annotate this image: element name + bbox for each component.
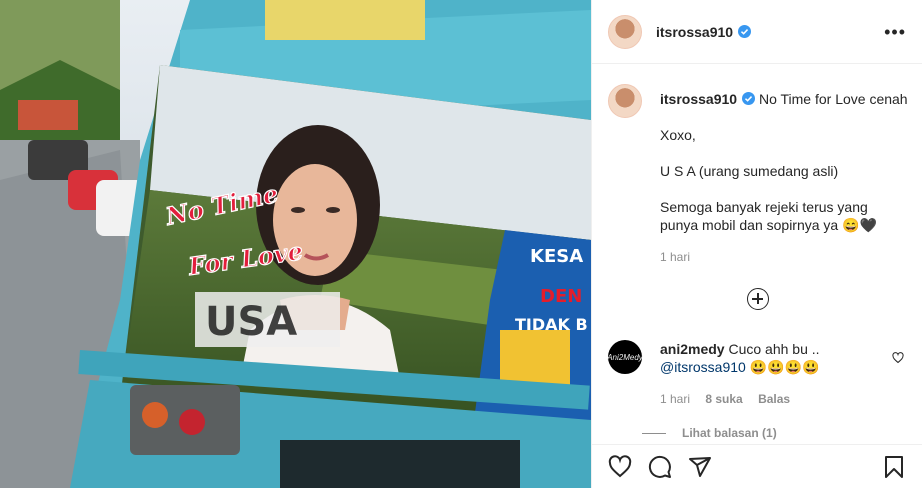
- post-side-panel: itsrossa910 ••• itsrossa910 No Time for …: [591, 0, 922, 488]
- post-header: itsrossa910 •••: [592, 0, 922, 64]
- comment-username[interactable]: ani2medy: [660, 341, 725, 357]
- caption-username[interactable]: itsrossa910: [660, 91, 737, 107]
- caption-line-1: Xoxo,: [660, 127, 696, 143]
- truck-text-1: KESA: [530, 246, 583, 267]
- comment-text: Cuco ahh bu ..: [728, 341, 820, 357]
- author-avatar[interactable]: [608, 14, 642, 49]
- comment-mention[interactable]: @itsrossa910: [660, 359, 746, 375]
- comment-icon[interactable]: [648, 455, 672, 479]
- bookmark-icon[interactable]: [882, 455, 906, 479]
- truck-photo-illustration: No Time For Love USA KESA DEN TIDAK B: [0, 0, 591, 488]
- caption: itsrossa910 No Time for Love cenah Xoxo,…: [608, 84, 908, 266]
- svg-text:USA: USA: [205, 299, 297, 345]
- post-actions: [592, 444, 922, 488]
- truck-text-2: DEN: [540, 286, 582, 307]
- verified-badge-icon: [742, 92, 756, 105]
- view-replies-label: Lihat balasan (1): [682, 426, 777, 440]
- instagram-post-view: No Time For Love USA KESA DEN TIDAK B it…: [0, 0, 922, 488]
- more-options-icon[interactable]: •••: [884, 22, 906, 43]
- comment-item: Ani2Medy ani2medy Cuco ahh bu .. @itsros…: [607, 340, 908, 408]
- caption-avatar[interactable]: [608, 84, 642, 118]
- comment-avatar[interactable]: Ani2Medy: [607, 340, 643, 374]
- caption-line-2: U S A (urang sumedang asli): [660, 163, 839, 179]
- comment-time[interactable]: 1 hari: [660, 392, 690, 406]
- comment-emojis: 😃😃😃😃: [749, 359, 820, 375]
- caption-line-3: Semoga banyak rejeki terus yang punya mo…: [660, 199, 877, 233]
- comment-likes[interactable]: 8 suka: [705, 392, 742, 406]
- author-username[interactable]: itsrossa910: [656, 24, 733, 40]
- share-icon[interactable]: [688, 455, 712, 479]
- verified-badge-icon: [738, 25, 752, 38]
- heart-icon[interactable]: [892, 352, 904, 364]
- comment-meta: 1 hari 8 suka Balas: [660, 390, 820, 408]
- post-photo[interactable]: No Time For Love USA KESA DEN TIDAK B: [0, 0, 591, 488]
- view-replies[interactable]: Lihat balasan (1): [642, 426, 777, 440]
- caption-first-line: No Time for Love cenah: [758, 91, 908, 107]
- truck-text-3: TIDAK B: [515, 315, 588, 334]
- reply-button[interactable]: Balas: [758, 392, 790, 406]
- caption-time[interactable]: 1 hari: [660, 248, 908, 266]
- heart-icon[interactable]: [608, 455, 632, 479]
- add-comment-icon[interactable]: [747, 288, 769, 310]
